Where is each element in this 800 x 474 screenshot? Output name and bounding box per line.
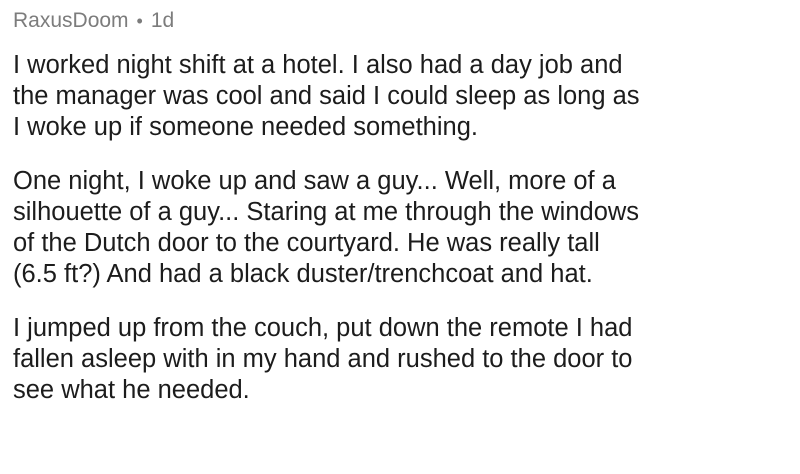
comment-paragraph-2: One night, I woke up and saw a guy... We… <box>13 167 640 288</box>
comment-body: I worked night shift at a hotel. I also … <box>13 50 793 406</box>
comment-paragraph-1: I worked night shift at a hotel. I also … <box>13 51 640 141</box>
meta-separator: • <box>136 10 143 31</box>
comment-meta: RaxusDoom • 1d <box>13 0 793 42</box>
comment: RaxusDoom • 1d I worked night shift at a… <box>13 0 793 406</box>
comment-age[interactable]: 1d <box>151 9 174 33</box>
comment-paragraph-3: I jumped up from the couch, put down the… <box>13 314 633 404</box>
comment-author[interactable]: RaxusDoom <box>13 9 129 33</box>
